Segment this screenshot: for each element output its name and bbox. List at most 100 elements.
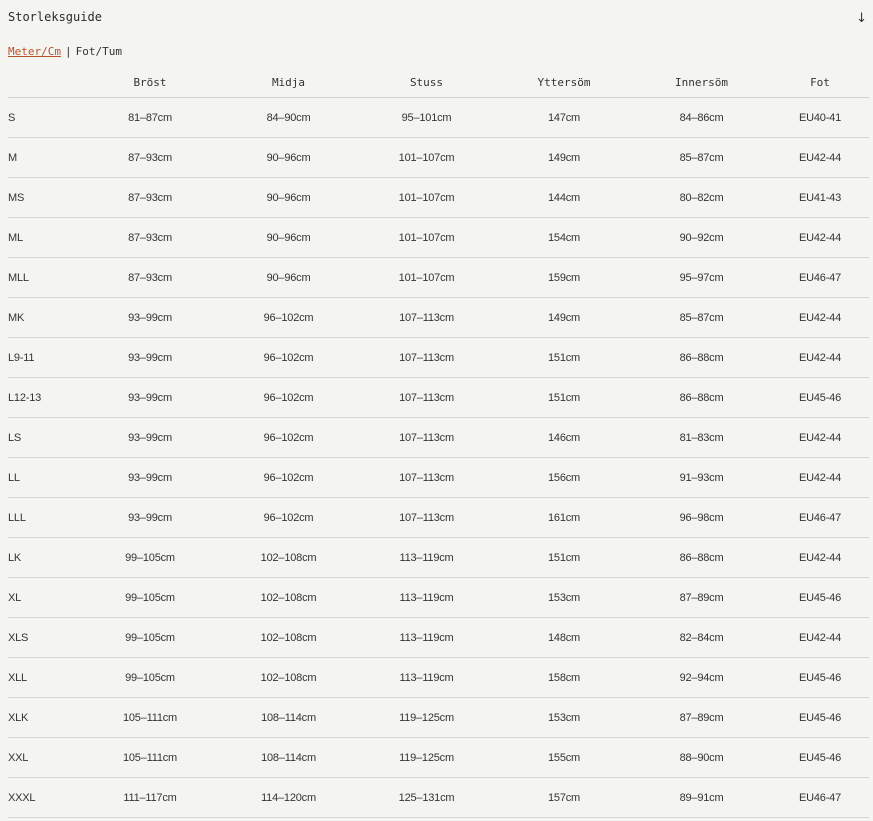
- chest-cell: 87–93cm: [80, 137, 220, 178]
- waist-cell: 108–114cm: [220, 737, 357, 778]
- column-header-size: [8, 67, 80, 98]
- outseam-cell: 155cm: [496, 737, 632, 778]
- waist-cell: 102–108cm: [220, 617, 357, 658]
- column-header-foot: Fot: [771, 67, 869, 98]
- foot-cell: EU42-44: [771, 337, 869, 378]
- inseam-cell: 84–86cm: [632, 97, 771, 138]
- hip-cell: 101–107cm: [357, 177, 496, 218]
- size-cell: L12-13: [8, 377, 80, 418]
- outseam-cell: 151cm: [496, 337, 632, 378]
- outseam-cell: 157cm: [496, 777, 632, 818]
- outseam-cell: 149cm: [496, 137, 632, 178]
- waist-cell: 96–102cm: [220, 377, 357, 418]
- hip-cell: 125–131cm: [357, 777, 496, 818]
- table-row: XXL 105–111cm 108–114cm 119–125cm 155cm 88–90…: [8, 737, 869, 778]
- size-cell: XLK: [8, 697, 80, 738]
- foot-cell: EU42-44: [771, 537, 869, 578]
- outseam-cell: 161cm: [496, 497, 632, 538]
- table-row: MLL 87–93cm 90–96cm 101–107cm 159cm 95–97cm EU…: [8, 257, 869, 298]
- chest-cell: 99–105cm: [80, 537, 220, 578]
- outseam-cell: 153cm: [496, 697, 632, 738]
- hip-cell: 101–107cm: [357, 257, 496, 298]
- foot-cell: EU45-46: [771, 577, 869, 618]
- hip-cell: 113–119cm: [357, 537, 496, 578]
- chest-cell: 93–99cm: [80, 297, 220, 338]
- inseam-cell: 91–93cm: [632, 457, 771, 498]
- chest-cell: 93–99cm: [80, 337, 220, 378]
- chest-cell: 99–105cm: [80, 577, 220, 618]
- size-cell: LS: [8, 417, 80, 458]
- size-guide-header[interactable]: Storleksguide ↓: [8, 6, 867, 28]
- size-table-body: S 81–87cm 84–90cm 95–101cm 147cm 84–86cm EU40-…: [8, 97, 869, 818]
- inseam-cell: 96–98cm: [632, 497, 771, 538]
- chest-cell: 87–93cm: [80, 177, 220, 218]
- unit-switcher: Meter/Cm | Fot/Tum: [8, 45, 122, 58]
- size-table: Bröst Midja Stuss Yttersöm Innersöm Fot …: [8, 67, 869, 818]
- foot-cell: EU42-44: [771, 137, 869, 178]
- outseam-cell: 151cm: [496, 377, 632, 418]
- table-row: XL 99–105cm 102–108cm 113–119cm 153cm 87–89cm…: [8, 577, 869, 618]
- column-header-waist: Midja: [220, 67, 357, 98]
- waist-cell: 102–108cm: [220, 657, 357, 698]
- hip-cell: 107–113cm: [357, 417, 496, 458]
- size-guide-title: Storleksguide: [8, 10, 102, 24]
- inseam-cell: 80–82cm: [632, 177, 771, 218]
- hip-cell: 107–113cm: [357, 297, 496, 338]
- foot-cell: EU42-44: [771, 417, 869, 458]
- outseam-cell: 159cm: [496, 257, 632, 298]
- size-cell: ML: [8, 217, 80, 258]
- unit-metric-link[interactable]: Meter/Cm: [8, 45, 61, 58]
- waist-cell: 96–102cm: [220, 497, 357, 538]
- table-row: LS 93–99cm 96–102cm 107–113cm 146cm 81–83cm EU…: [8, 417, 869, 458]
- outseam-cell: 154cm: [496, 217, 632, 258]
- size-cell: S: [8, 97, 80, 138]
- foot-cell: EU41-43: [771, 177, 869, 218]
- chest-cell: 81–87cm: [80, 97, 220, 138]
- table-row: XLL 99–105cm 102–108cm 113–119cm 158cm 92–94c…: [8, 657, 869, 698]
- outseam-cell: 153cm: [496, 577, 632, 618]
- foot-cell: EU45-46: [771, 657, 869, 698]
- table-header-row: Bröst Midja Stuss Yttersöm Innersöm Fot: [8, 67, 869, 98]
- size-cell: XL: [8, 577, 80, 618]
- table-row: MK 93–99cm 96–102cm 107–113cm 149cm 85–87cm EU…: [8, 297, 869, 338]
- waist-cell: 96–102cm: [220, 297, 357, 338]
- size-cell: LL: [8, 457, 80, 498]
- column-header-chest: Bröst: [80, 67, 220, 98]
- chest-cell: 93–99cm: [80, 457, 220, 498]
- unit-imperial-link[interactable]: Fot/Tum: [76, 45, 122, 58]
- table-row: MS 87–93cm 90–96cm 101–107cm 144cm 80–82cm EU4…: [8, 177, 869, 218]
- waist-cell: 114–120cm: [220, 777, 357, 818]
- size-cell: XXL: [8, 737, 80, 778]
- table-row: L9-11 93–99cm 96–102cm 107–113cm 151cm 86–88c…: [8, 337, 869, 378]
- outseam-cell: 146cm: [496, 417, 632, 458]
- chest-cell: 99–105cm: [80, 617, 220, 658]
- outseam-cell: 158cm: [496, 657, 632, 698]
- waist-cell: 102–108cm: [220, 537, 357, 578]
- foot-cell: EU45-46: [771, 737, 869, 778]
- waist-cell: 90–96cm: [220, 177, 357, 218]
- hip-cell: 107–113cm: [357, 337, 496, 378]
- foot-cell: EU46-47: [771, 497, 869, 538]
- table-row: LL 93–99cm 96–102cm 107–113cm 156cm 91–93cm EU…: [8, 457, 869, 498]
- foot-cell: EU45-46: [771, 377, 869, 418]
- hip-cell: 119–125cm: [357, 737, 496, 778]
- size-cell: MLL: [8, 257, 80, 298]
- foot-cell: EU40-41: [771, 97, 869, 138]
- chest-cell: 93–99cm: [80, 497, 220, 538]
- inseam-cell: 90–92cm: [632, 217, 771, 258]
- chest-cell: 99–105cm: [80, 657, 220, 698]
- chest-cell: 87–93cm: [80, 217, 220, 258]
- waist-cell: 108–114cm: [220, 697, 357, 738]
- table-row: LLL 93–99cm 96–102cm 107–113cm 161cm 96–98cm E…: [8, 497, 869, 538]
- inseam-cell: 86–88cm: [632, 337, 771, 378]
- table-row: M 87–93cm 90–96cm 101–107cm 149cm 85–87cm EU42…: [8, 137, 869, 178]
- chest-cell: 93–99cm: [80, 377, 220, 418]
- size-cell: LK: [8, 537, 80, 578]
- inseam-cell: 95–97cm: [632, 257, 771, 298]
- foot-cell: EU46-47: [771, 777, 869, 818]
- foot-cell: EU42-44: [771, 297, 869, 338]
- inseam-cell: 85–87cm: [632, 137, 771, 178]
- inseam-cell: 87–89cm: [632, 577, 771, 618]
- hip-cell: 113–119cm: [357, 577, 496, 618]
- arrow-down-icon[interactable]: ↓: [856, 11, 867, 26]
